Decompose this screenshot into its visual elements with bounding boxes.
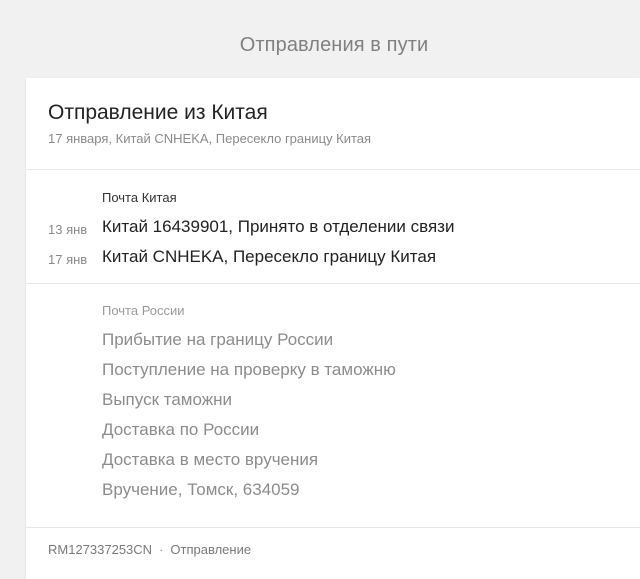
shipment-card[interactable]: Отправление из Китая 17 января, Китай CN…	[26, 78, 640, 579]
china-post-section: Почта Китая 13 янв Китай 16439901, Приня…	[26, 170, 640, 284]
shipment-footer: RM127337253CN · Отправление	[48, 542, 251, 557]
tracking-number[interactable]: RM127337253CN	[48, 542, 152, 557]
separator-dot: ·	[159, 542, 164, 557]
event-date: 13 янв	[48, 222, 88, 237]
event-date: 17 янв	[48, 252, 88, 267]
pending-stage: Выпуск таможни	[102, 390, 232, 409]
carrier-label-russia: Почта России	[102, 303, 185, 318]
pending-stage: Вручение, Томск, 634059	[102, 480, 300, 499]
shipment-header: Отправление из Китая 17 января, Китай CN…	[26, 78, 640, 170]
pending-stage: Поступление на проверку в таможню	[102, 360, 396, 379]
pending-stage: Доставка в место вручения	[102, 450, 319, 469]
shipment-title: Отправление из Китая	[48, 101, 268, 124]
page-title: Отправления в пути	[239, 34, 429, 56]
event-description: Китай 16439901, Принято в отделении связ…	[102, 217, 455, 236]
tracking-event: 13 янв Китай 16439901, Принято в отделен…	[26, 213, 640, 243]
shipment-subtitle: 17 января, Китай CNHEKA, Пересекло грани…	[48, 131, 372, 146]
pending-stage: Доставка по России	[102, 420, 260, 439]
event-description: Китай CNHEKA, Пересекло границу Китая	[102, 247, 437, 266]
russian-post-section: Почта России Прибытие на границу России …	[26, 284, 640, 528]
pending-stage: Прибытие на границу России	[102, 330, 334, 349]
shipment-type-label: Отправление	[170, 542, 252, 557]
carrier-label-china: Почта Китая	[102, 190, 177, 205]
tracking-event: 17 янв Китай CNHEKA, Пересекло границу К…	[26, 243, 640, 273]
